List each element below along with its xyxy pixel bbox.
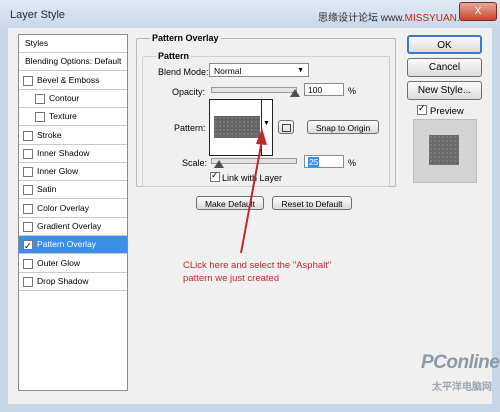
pconline-logo: PConline	[421, 352, 500, 373]
pconline-logo-subtext: 太平洋电脑网	[432, 382, 492, 393]
annotation-line-2: pattern we just created	[183, 273, 280, 284]
annotation-arrow	[240, 128, 267, 254]
annotation-text: CLick here and select the "Asphalt" patt…	[183, 259, 403, 285]
annotation-line-1: CLick here and select the "Asphalt"	[183, 260, 332, 271]
